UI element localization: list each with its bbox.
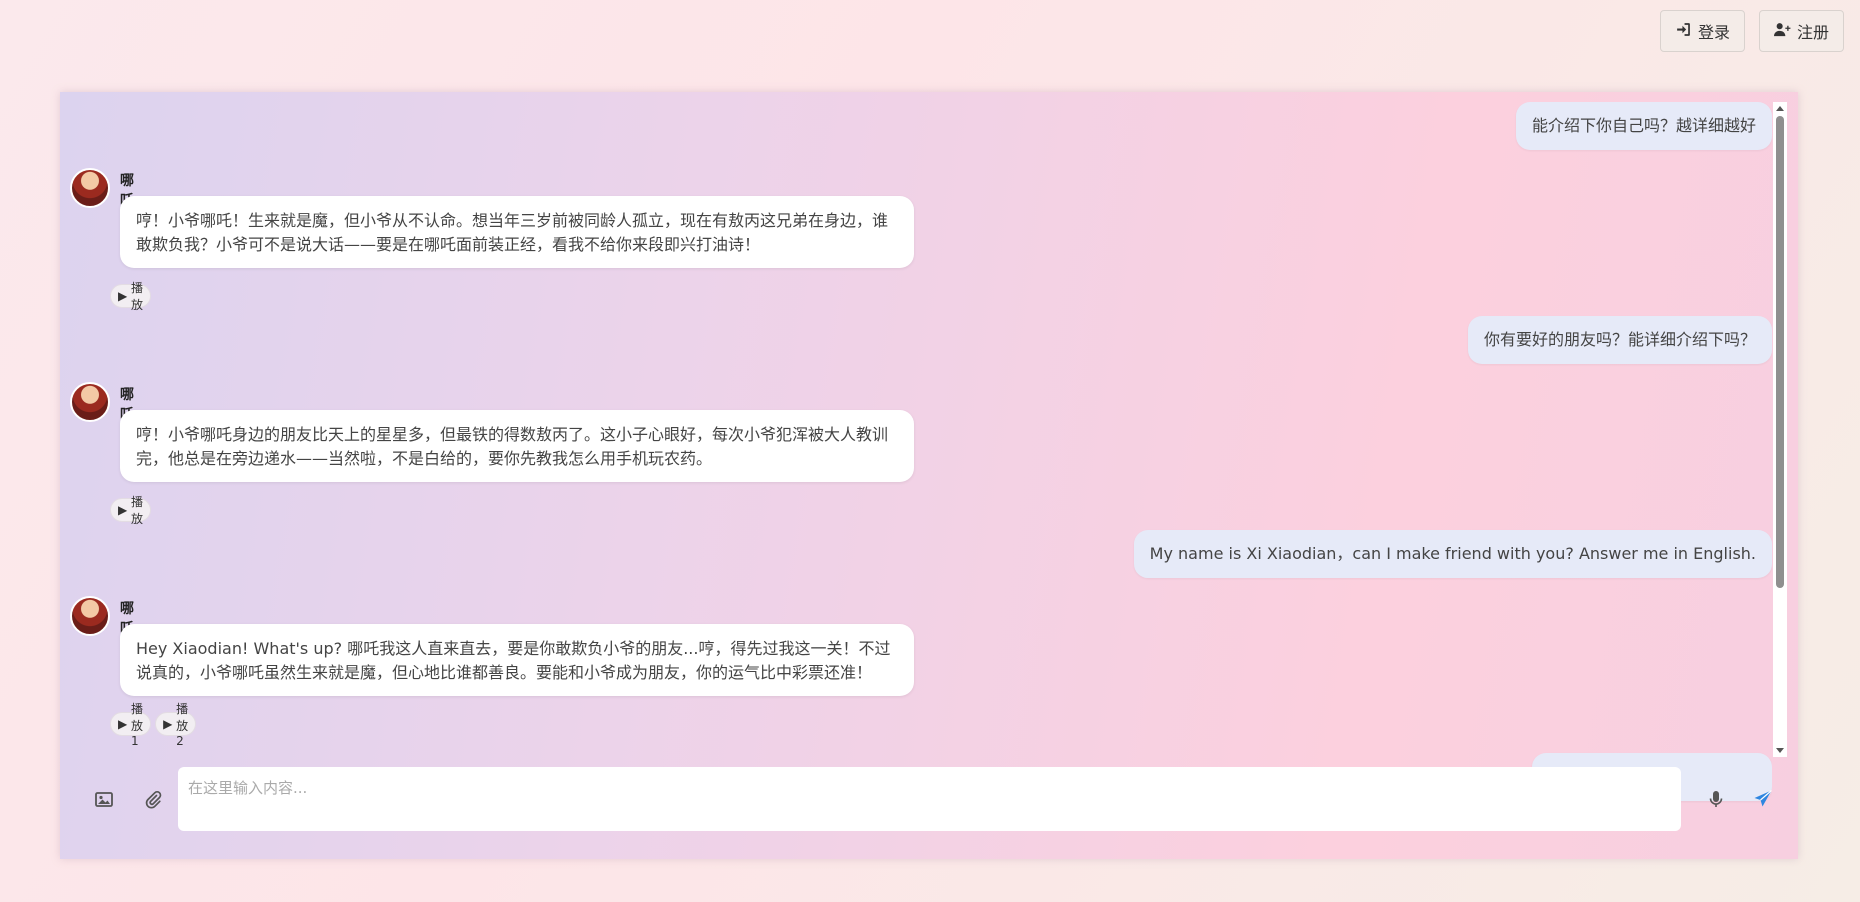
image-icon[interactable] xyxy=(90,785,118,813)
user-message-text: My name is Xi Xiaodian，can I make friend… xyxy=(1149,544,1756,563)
play-button[interactable]: ▶ 播放 xyxy=(110,281,152,312)
chat-panel: 能介绍下你自己吗？越详细越好 哪吒 哼！小爷哪吒！生来就是魔，但小爷从不认命。想… xyxy=(60,92,1798,859)
scroll-up-arrow[interactable] xyxy=(1776,106,1784,111)
bot-message-text: 哼！小爷哪吒！生来就是魔，但小爷从不认命。想当年三岁前被同龄人孤立，现在有敖丙这… xyxy=(120,196,914,268)
paperclip-icon[interactable] xyxy=(139,785,167,813)
sign-in-icon xyxy=(1675,21,1692,42)
user-message: 你有要好的朋友吗？能详细介绍下吗？ xyxy=(1467,316,1772,364)
auth-bar: 登录 注册 xyxy=(1659,10,1844,52)
avatar xyxy=(70,382,110,422)
message-list[interactable]: 能介绍下你自己吗？越详细越好 哪吒 哼！小爷哪吒！生来就是魔，但小爷从不认命。想… xyxy=(60,102,1772,855)
user-message: My name is Xi Xiaodian，can I make friend… xyxy=(1133,530,1772,578)
register-label: 注册 xyxy=(1796,23,1829,42)
user-message: 能介绍下你自己吗？越详细越好 xyxy=(1515,102,1772,150)
bot-message-text: Hey Xiaodian! What's up? 哪吒我这人直来直去，要是你敢欺… xyxy=(120,624,914,696)
play-controls: ▶ 播放 xyxy=(110,281,152,312)
login-button[interactable]: 登录 xyxy=(1659,10,1745,52)
play-label: 播放1 xyxy=(131,702,144,748)
scrollbar[interactable] xyxy=(1773,102,1787,757)
user-plus-icon xyxy=(1773,21,1791,42)
register-button[interactable]: 注册 xyxy=(1758,10,1844,52)
user-message-text: 能介绍下你自己吗？越详细越好 xyxy=(1531,116,1756,135)
scroll-thumb[interactable] xyxy=(1776,116,1784,588)
login-label: 登录 xyxy=(1697,23,1730,42)
user-message-text: 你有要好的朋友吗？能详细介绍下吗？ xyxy=(1483,330,1756,349)
bot-message-text: 哼！小爷哪吒身边的朋友比天上的星星多，但最铁的得数敖丙了。这小子心眼好，每次小爷… xyxy=(120,410,914,482)
message-input[interactable] xyxy=(178,767,1681,831)
scroll-down-arrow[interactable] xyxy=(1776,748,1784,753)
input-bar xyxy=(60,767,1798,831)
avatar xyxy=(70,168,110,208)
avatar xyxy=(70,596,110,636)
paper-plane-icon[interactable] xyxy=(1749,785,1777,813)
microphone-icon[interactable] xyxy=(1702,785,1730,813)
play-label: 播放 xyxy=(131,281,144,312)
play-label: 播放2 xyxy=(176,702,189,748)
play-button[interactable]: ▶ 播放 xyxy=(110,495,152,526)
play-controls: ▶ 播放 xyxy=(110,495,152,526)
play-button-1[interactable]: ▶ 播放1 xyxy=(110,702,152,748)
play-label: 播放 xyxy=(131,495,144,526)
play-button-2[interactable]: ▶ 播放2 xyxy=(155,702,197,748)
play-controls: ▶ 播放1 ▶ 播放2 xyxy=(110,702,197,748)
